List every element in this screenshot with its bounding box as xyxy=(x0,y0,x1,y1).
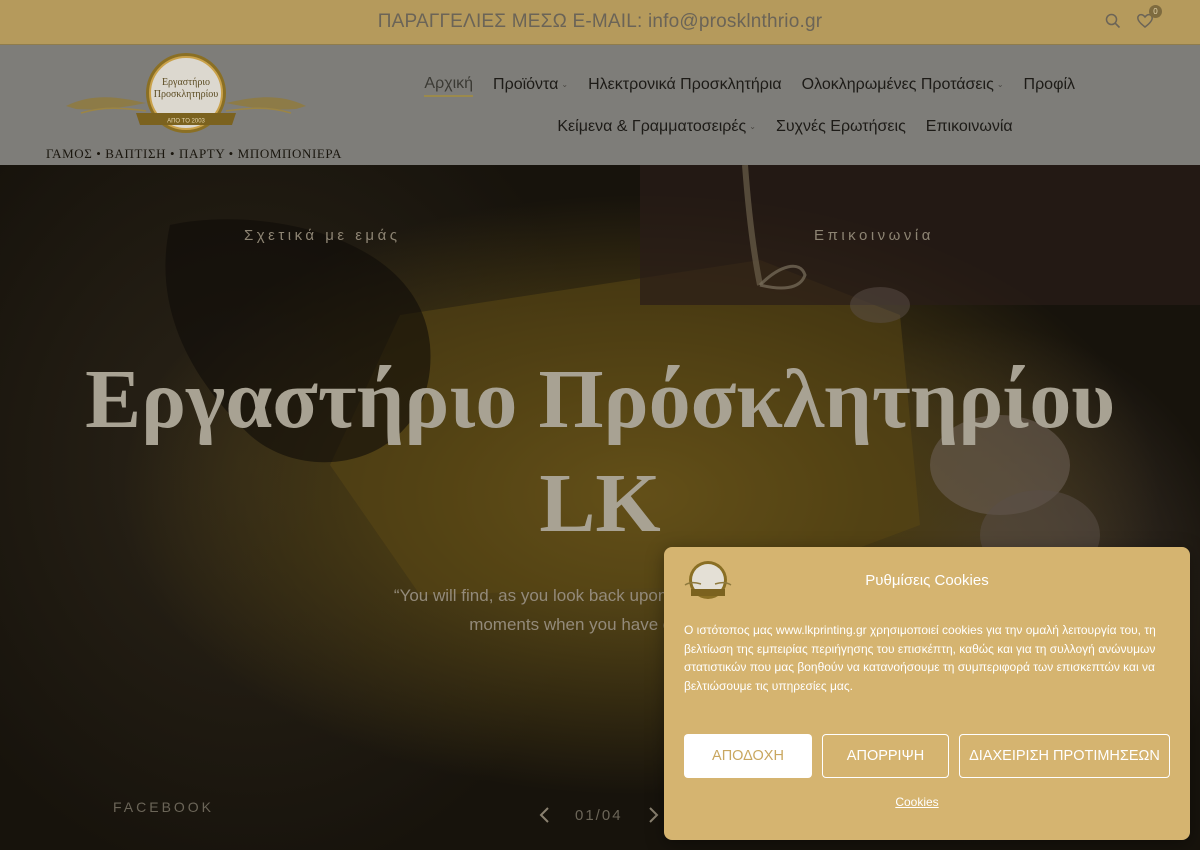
nav-row-1: Αρχική Προϊόντα ⌄ Ηλεκτρονικά Προσκλητήρι… xyxy=(400,75,1170,97)
hero-title: Εργαστήριο Πρόσκλητηρίου LK xyxy=(85,353,1115,550)
manage-preferences-button[interactable]: ΔΙΑΧΕΙΡΙΣΗ ΠΡΟΤΙΜΗΣΕΩΝ xyxy=(959,734,1170,778)
wishlist-button[interactable]: 0 xyxy=(1136,5,1162,30)
nav-item-faq[interactable]: Συχνές Ερωτήσεις xyxy=(776,118,906,138)
contact-link[interactable]: Επικοινωνία xyxy=(814,227,934,244)
logo-line1: Εργαστήριο xyxy=(162,77,210,88)
main-navigation: Αρχική Προϊόντα ⌄ Ηλεκτρονικά Προσκλητήρι… xyxy=(400,45,1170,138)
nav-item-profile[interactable]: Προφίλ xyxy=(1024,75,1075,97)
slider-next-arrow-icon[interactable] xyxy=(643,804,663,826)
cookie-button-group: ΑΠΟΔΟΧΗ ΑΠΟΡΡΙΨΗ ΔΙΑΧΕΙΡΙΣΗ ΠΡΟΤΙΜΗΣΕΩΝ xyxy=(684,734,1170,778)
chevron-down-icon: ⌄ xyxy=(749,121,756,131)
nav-item-texts-fonts[interactable]: Κείμενα & Γραμματοσειρές ⌄ xyxy=(557,118,756,138)
slider-prev-arrow-icon[interactable] xyxy=(535,804,555,826)
cookie-dialog-title: Ρυθμίσεις Cookies xyxy=(865,572,989,589)
cookies-policy-link[interactable]: Cookies xyxy=(664,795,1170,809)
announcement-text: ΠΑΡΑΓΓΕΛΙΕΣ ΜΕΣΩ E-MAIL: info@prosklnthr… xyxy=(377,11,823,32)
nav-item-products[interactable]: Προϊόντα ⌄ xyxy=(493,75,568,97)
nav-item-complete-proposals[interactable]: Ολοκληρωμένες Προτάσεις ⌄ xyxy=(802,75,1004,97)
header-icons: 0 xyxy=(1104,5,1162,30)
slider-counter: 01/04 xyxy=(575,806,623,824)
about-us-link[interactable]: Σχετικά με εμάς xyxy=(244,227,400,244)
search-icon[interactable] xyxy=(1104,12,1122,30)
logo-tagline: ΓΑΜΟΣ • ΒΑΠΤΙΣΗ • ΠΑΡΤΥ • ΜΠΟΜΠΟΝΙΕΡΑ xyxy=(46,146,343,161)
wishlist-count-badge: 0 xyxy=(1149,5,1162,18)
nav-item-e-invitations[interactable]: Ηλεκτρονικά Προσκλητήρια xyxy=(588,75,782,97)
chevron-down-icon: ⌄ xyxy=(996,79,1004,89)
nav-row-2: Κείμενα & Γραμματοσειρές ⌄ Συχνές Ερωτήσε… xyxy=(400,118,1170,138)
slider-controls: 01/04 xyxy=(535,804,663,826)
accept-cookies-button[interactable]: ΑΠΟΔΟΧΗ xyxy=(684,734,812,778)
site-header: Εργαστήριο Προσκλητηρίου ΑΠΟ ΤΟ 2003 ΓΑΜ… xyxy=(0,44,1200,165)
cookie-consent-dialog: Ρυθμίσεις Cookies Ο ιστότοπος μας www.lk… xyxy=(664,547,1190,840)
announcement-bar: ΠΑΡΑΓΓΕΛΙΕΣ ΜΕΣΩ E-MAIL: info@prosklnthr… xyxy=(0,0,1200,44)
facebook-link[interactable]: FACEBOOK xyxy=(113,799,214,815)
nav-item-home[interactable]: Αρχική xyxy=(424,75,474,97)
logo-ribbon-text: ΑΠΟ ΤΟ 2003 xyxy=(167,119,205,125)
logo-line2: Προσκλητηρίου xyxy=(154,89,219,100)
chevron-down-icon: ⌄ xyxy=(561,79,569,89)
deny-cookies-button[interactable]: ΑΠΟΡΡΙΨΗ xyxy=(822,734,949,778)
nav-item-contact[interactable]: Επικοινωνία xyxy=(926,118,1013,138)
site-logo[interactable]: Εργαστήριο Προσκλητηρίου ΑΠΟ ΤΟ 2003 ΓΑΜ… xyxy=(46,51,343,163)
cookie-dialog-text: Ο ιστότοπος μας www.lkprinting.gr χρησιμ… xyxy=(684,623,1156,693)
